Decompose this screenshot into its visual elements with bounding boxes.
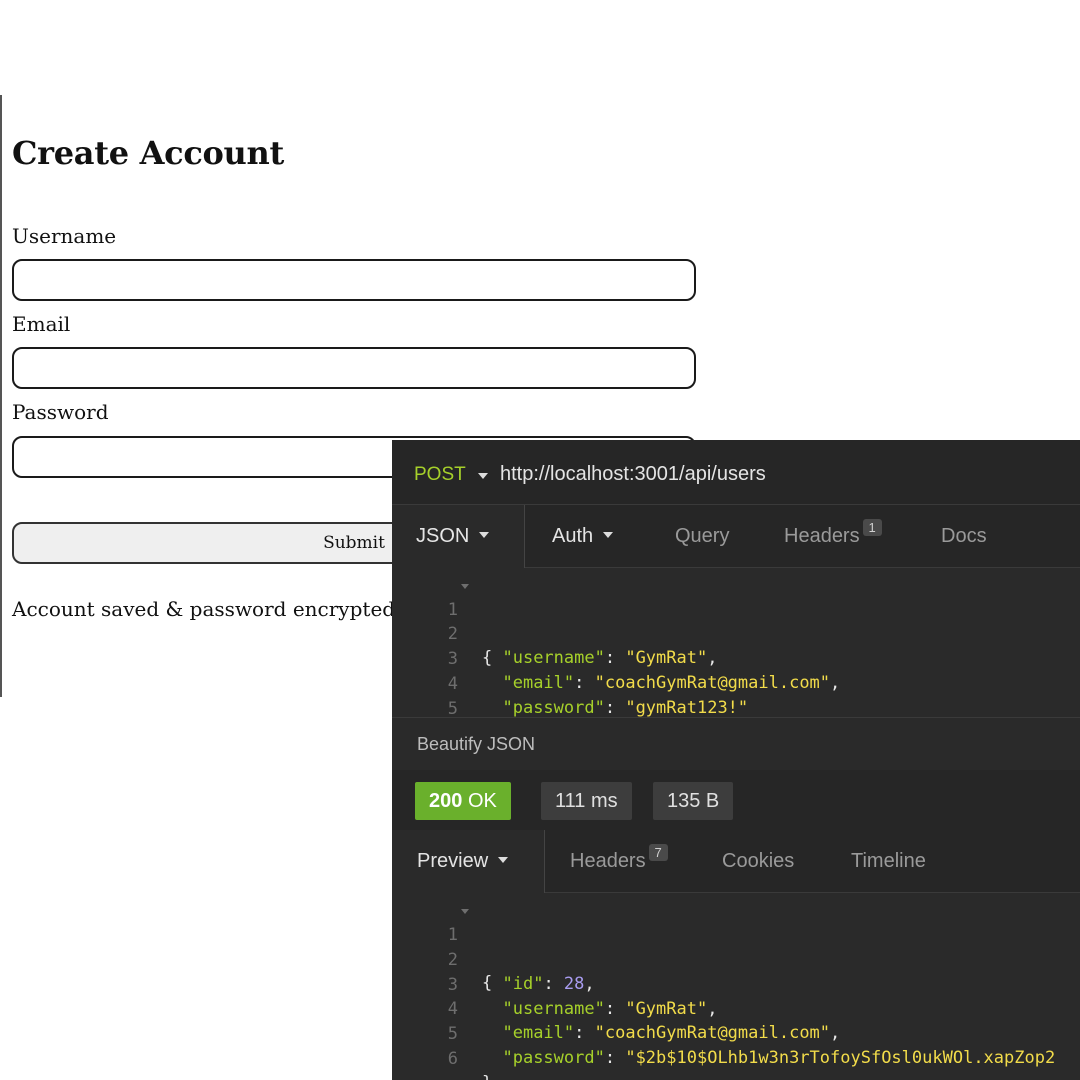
tab-label: Cookies [722, 850, 795, 872]
tab-body-json[interactable]: JSON [392, 505, 525, 568]
json-key: "password" [502, 1048, 605, 1068]
tab-label: Query [675, 525, 730, 547]
code-line: 4 "email": "coachGymRat@gmail.com", [392, 973, 1080, 1043]
url-bar: POST http://localhost:3001/api/users [392, 440, 1080, 505]
tab-label: Headers [784, 525, 860, 547]
code-line: 2 "username": "GymRat", [392, 598, 1080, 668]
email-label: Email [12, 312, 71, 336]
code-text: } [482, 1071, 492, 1080]
page-title: Create Account [12, 134, 284, 172]
chevron-down-icon [479, 532, 490, 539]
tab-label: JSON [416, 525, 470, 547]
response-time-badge: 111 ms [541, 782, 632, 820]
tab-label: Auth [552, 525, 594, 547]
code-line: 4 "password": "gymRat123!" [392, 648, 1080, 718]
code-line: 2 "id": 28, [392, 924, 1080, 994]
code-line: 3 "email": "coachGymRat@gmail.com", [392, 623, 1080, 693]
chevron-down-icon [498, 857, 509, 864]
username-input[interactable] [12, 259, 696, 301]
tab-response-headers[interactable]: Headers 7 [570, 830, 668, 892]
status-text: OK [467, 790, 497, 812]
fold-caret-icon[interactable] [461, 909, 469, 914]
status-code-badge: 200 OK [415, 782, 511, 820]
tab-timeline[interactable]: Timeline [851, 830, 926, 892]
tab-label: Preview [417, 850, 489, 872]
tab-label: Headers [570, 850, 646, 872]
browser-window-edge [0, 95, 2, 697]
http-method-select[interactable]: POST [414, 464, 466, 486]
tab-label: Timeline [851, 850, 926, 872]
tab-docs[interactable]: Docs [941, 505, 987, 567]
code-line: 6 } [392, 1023, 1080, 1080]
request-tabs: JSON Auth Query Headers 1 Docs [392, 505, 1080, 568]
beautify-json-button[interactable]: Beautify JSON [417, 734, 535, 755]
chevron-down-icon [603, 532, 614, 539]
code-text: "password": "$2b$10$OLhb1w3n3rTofoySfOsl… [502, 1048, 1056, 1068]
fold-caret-icon[interactable] [461, 584, 469, 589]
code-line: 5 "password": "$2b$10$OLhb1w3n3rTofoySfO… [392, 998, 1080, 1068]
api-client-panel: POST http://localhost:3001/api/users JSO… [392, 440, 1080, 1080]
code-line: 1 { [392, 574, 1080, 668]
tab-preview[interactable]: Preview [392, 830, 545, 893]
password-label: Password [12, 400, 109, 424]
url-input[interactable]: http://localhost:3001/api/users [500, 463, 766, 486]
status-message: Account saved & password encrypted. [12, 597, 402, 621]
chevron-down-icon[interactable] [478, 473, 488, 479]
username-label: Username [12, 224, 117, 248]
email-input[interactable] [12, 347, 696, 389]
tab-headers[interactable]: Headers 1 [784, 505, 882, 567]
tab-cookies[interactable]: Cookies [722, 830, 794, 892]
beautify-bar: Beautify JSON [392, 717, 1080, 771]
code-line: 1 { [392, 899, 1080, 993]
status-code: 200 [429, 790, 463, 812]
json-string: "$2b$10$OLhb1w3n3rTofoySfOsl0ukWOl.xapZo… [625, 1048, 1056, 1068]
line-number: 6 [447, 1049, 458, 1069]
code-line: 3 "username": "GymRat", [392, 949, 1080, 1019]
code-line: 5 } [392, 673, 1080, 743]
json-key: "password" [502, 698, 605, 718]
tab-query[interactable]: Query [675, 505, 729, 567]
headers-count-badge: 7 [648, 844, 668, 861]
response-tabs: Preview Headers 7 Cookies Timeline [392, 830, 1080, 893]
json-string: "gymRat123!" [625, 698, 749, 718]
response-size-badge: 135 B [653, 782, 734, 820]
response-status-bar: 200 OK 111 ms 135 B [392, 770, 1080, 830]
headers-count-badge: 1 [862, 519, 882, 536]
tab-auth[interactable]: Auth [552, 505, 614, 567]
tab-label: Docs [941, 525, 987, 547]
